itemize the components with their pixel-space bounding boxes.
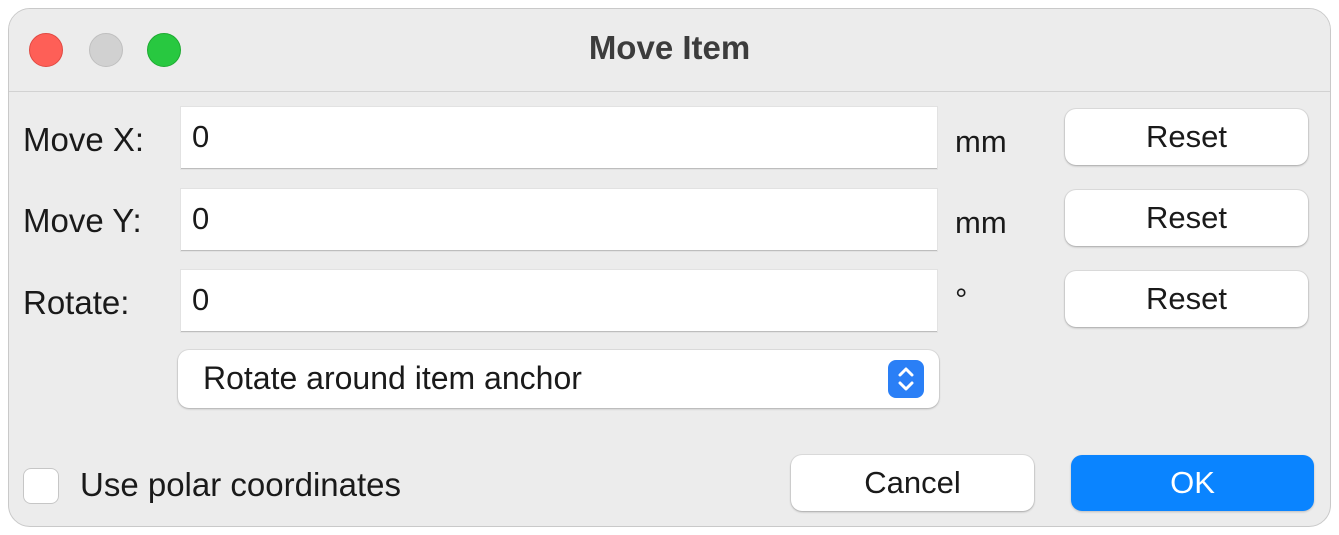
chevron-up-down-icon xyxy=(888,360,924,398)
cancel-button[interactable]: Cancel xyxy=(791,455,1034,511)
polar-coordinates-label[interactable]: Use polar coordinates xyxy=(80,466,401,504)
rotate-reset-button[interactable]: Reset xyxy=(1065,271,1308,327)
move-y-unit: mm xyxy=(955,205,1007,240)
polar-coordinates-checkbox[interactable] xyxy=(23,468,59,504)
move-x-unit: mm xyxy=(955,124,1007,159)
move-y-input[interactable]: 0 xyxy=(181,189,937,251)
move-y-label: Move Y: xyxy=(23,202,142,239)
move-y-reset-button[interactable]: Reset xyxy=(1065,190,1308,246)
title-bar: Move Item xyxy=(9,9,1330,92)
rotate-label: Rotate: xyxy=(23,284,130,321)
rotation-anchor-value: Rotate around item anchor xyxy=(203,360,582,396)
move-x-reset-button[interactable]: Reset xyxy=(1065,109,1308,165)
dialog-title: Move Item xyxy=(588,29,751,66)
move-x-label: Move X: xyxy=(23,121,145,158)
rotate-unit: ° xyxy=(955,282,968,317)
move-item-dialog: Move Item Move X: 0 mm Reset Move Y: 0 m… xyxy=(8,8,1331,527)
rotation-anchor-select[interactable]: Rotate around item anchor xyxy=(178,350,939,408)
move-x-input[interactable]: 0 xyxy=(181,107,937,169)
ok-button[interactable]: OK xyxy=(1071,455,1314,511)
rotate-input[interactable]: 0 xyxy=(181,270,937,332)
